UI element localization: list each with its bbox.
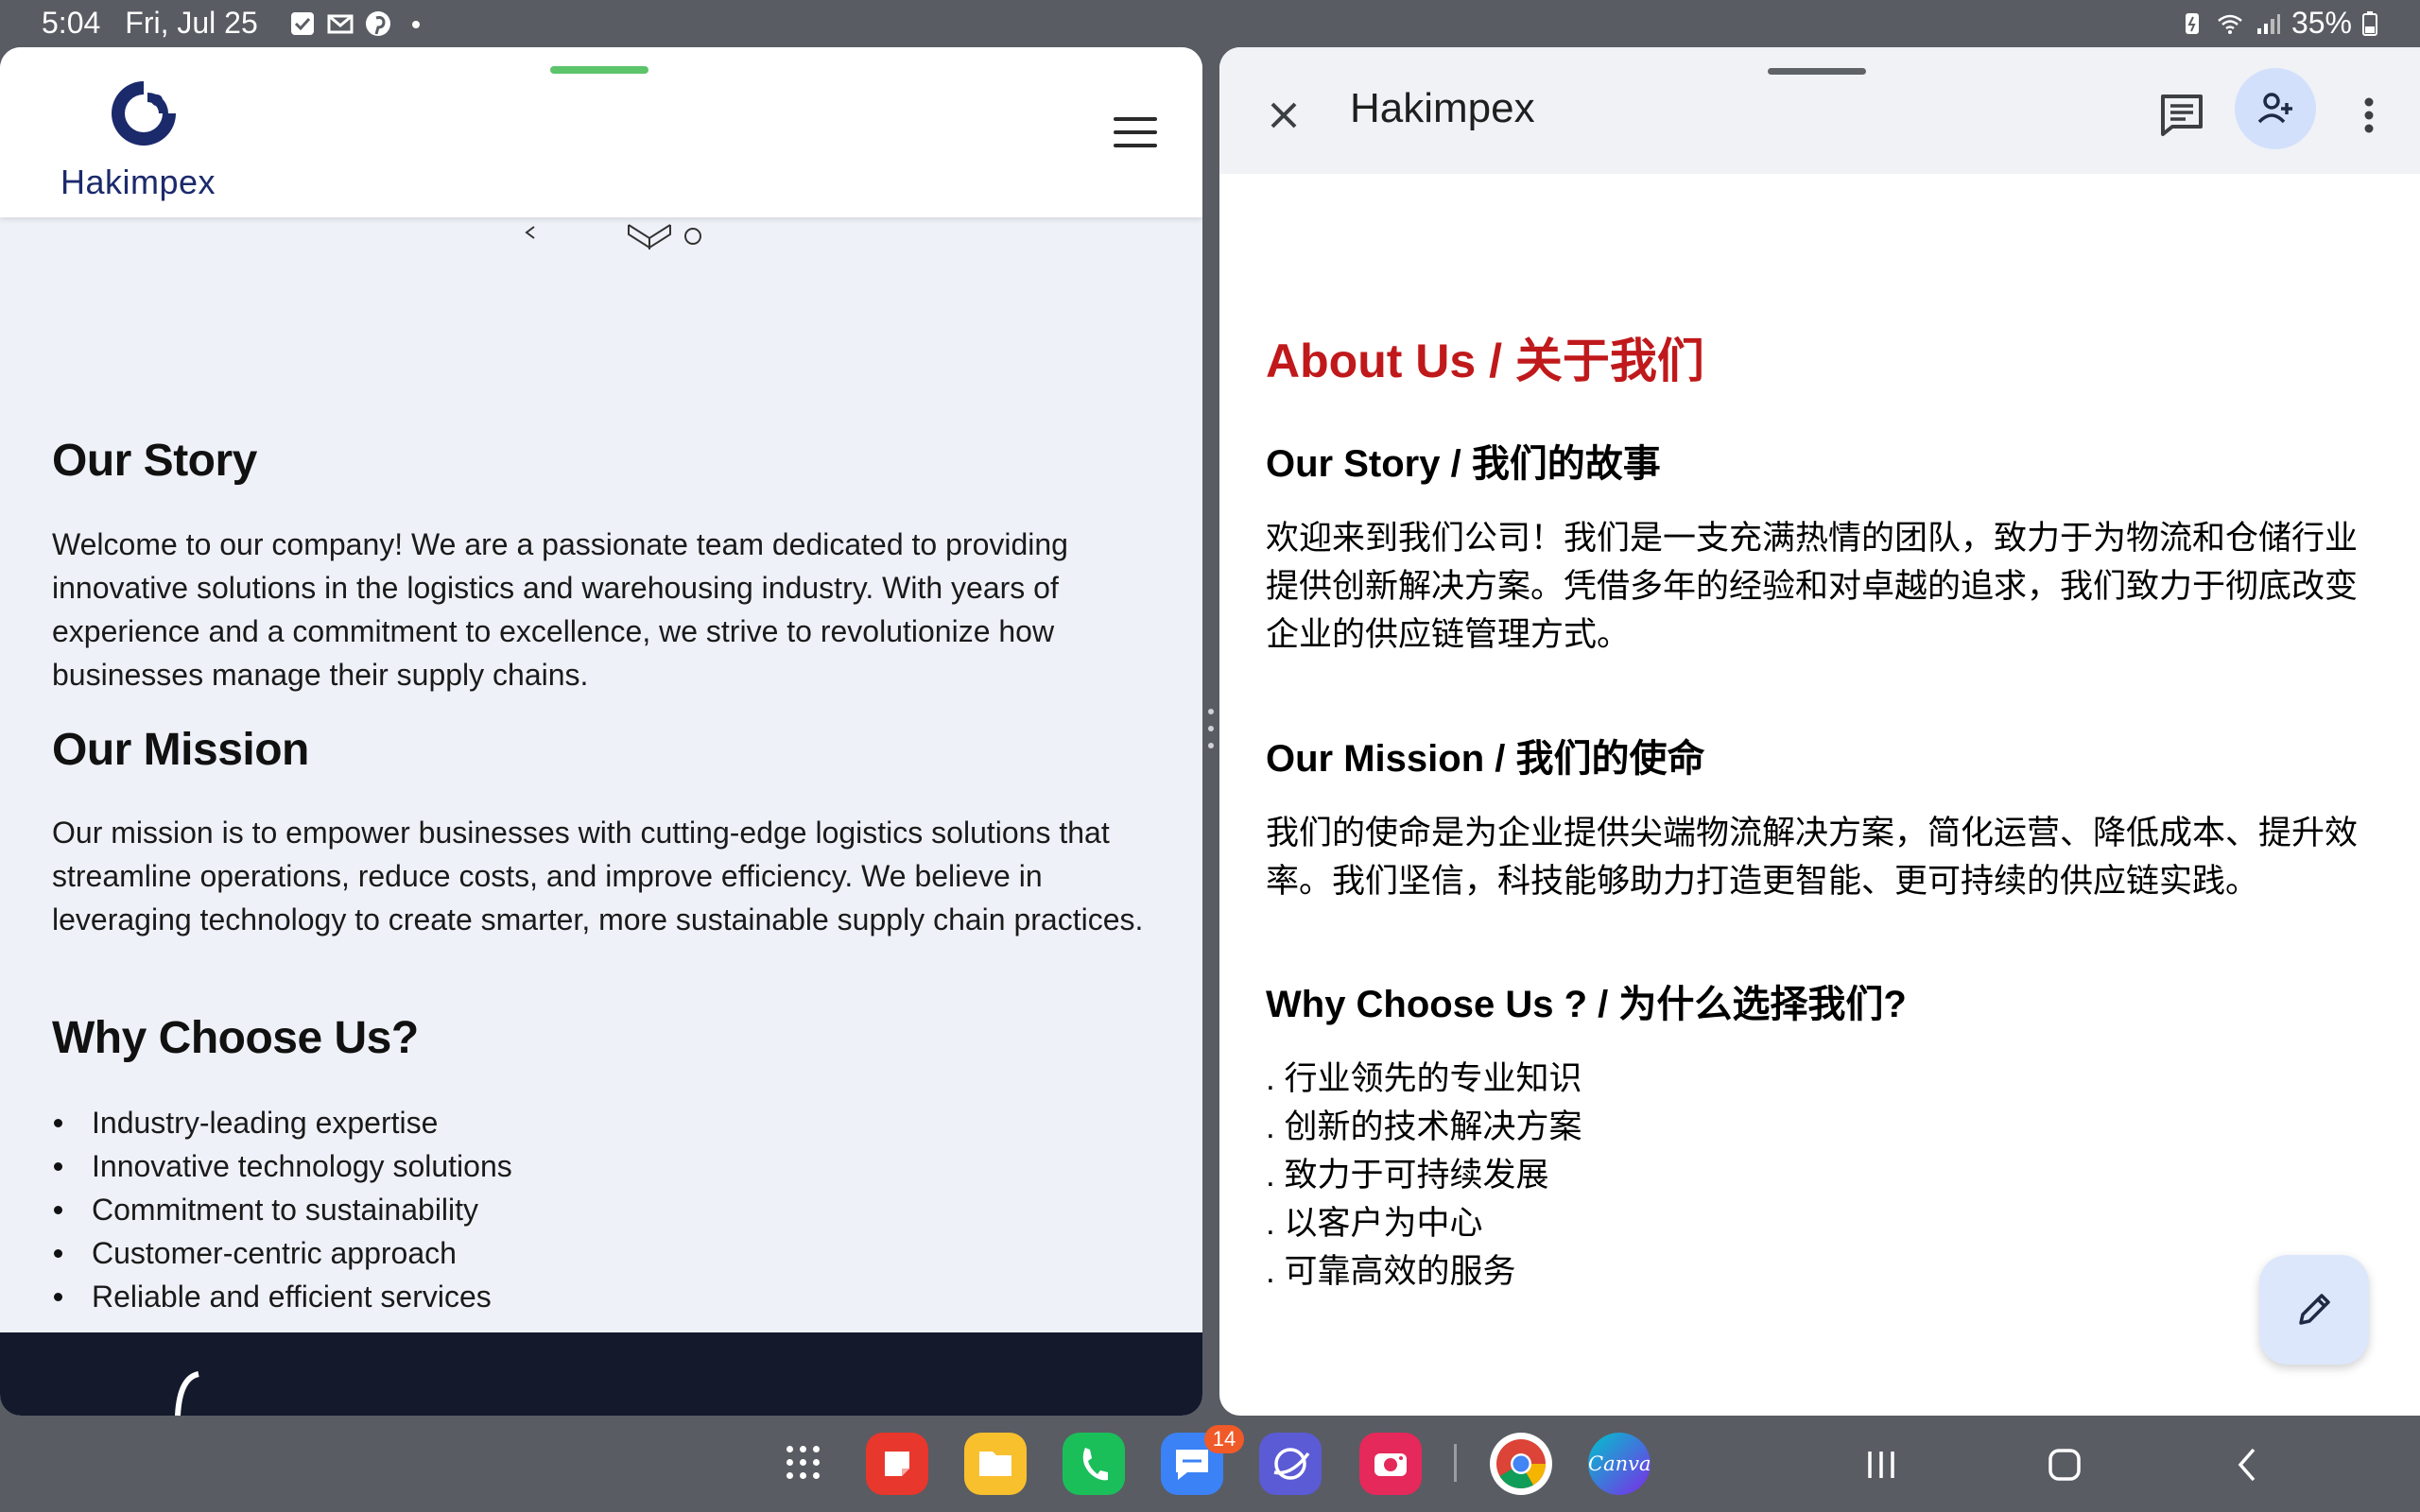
battery-percent: 35% bbox=[2290, 6, 2352, 40]
battery-saver-icon bbox=[2185, 12, 2199, 34]
clock: 5:04 bbox=[42, 6, 101, 40]
doc-mission-paragraph: 我们的使命是为企业提供尖端物流解决方案，简化运营、降低成本、提升效率。我们坚信，… bbox=[1266, 815, 2359, 900]
battery-icon bbox=[2362, 10, 2377, 36]
close-icon[interactable] bbox=[1257, 89, 1310, 142]
hamburger-line bbox=[1114, 130, 1157, 134]
gmail-icon bbox=[327, 14, 354, 33]
site-logo[interactable]: Hakimpex bbox=[59, 76, 229, 208]
internet-browser-app-icon[interactable] bbox=[1259, 1433, 1322, 1495]
more-notifications-dot-icon bbox=[411, 20, 420, 28]
mission-paragraph: Our mission is to empower businesses wit… bbox=[52, 816, 1144, 936]
story-heading: Our Story bbox=[52, 436, 257, 486]
comment-icon[interactable] bbox=[2152, 85, 2212, 146]
list-item: Industry-leading expertise bbox=[52, 1101, 512, 1144]
status-bar: 5:04 Fri, Jul 25 35% bbox=[0, 0, 2420, 47]
canva-label: Canva bbox=[1588, 1452, 1651, 1475]
divider-dot bbox=[1208, 743, 1214, 748]
home-icon[interactable] bbox=[2036, 1436, 2093, 1493]
doc-story-heading: Our Story / 我们的故事 bbox=[1266, 443, 1661, 485]
document-title[interactable]: Hakimpex bbox=[1350, 85, 1535, 132]
doc-why-heading: Why Choose Us ? / 为什么选择我们? bbox=[1266, 984, 1907, 1025]
list-item: . 以客户为中心 bbox=[1266, 1205, 1483, 1242]
browser-pane: Hakimpex Our Story Welcome to our compan… bbox=[0, 47, 1202, 1416]
samsung-notes-app-icon[interactable] bbox=[866, 1433, 928, 1495]
docs-pane: Hakimpex About Us / 关于我们 Our Story / 我们的… bbox=[1219, 47, 2420, 1416]
story-paragraph: Welcome to our company! We are a passion… bbox=[52, 527, 1068, 692]
split-screen-divider[interactable] bbox=[1202, 47, 1219, 1416]
list-item: . 可靠高效的服务 bbox=[1266, 1253, 1516, 1290]
hamburger-menu-button[interactable] bbox=[1114, 117, 1157, 149]
doc-mission-heading: Our Mission / 我们的使命 bbox=[1266, 738, 1705, 780]
hamburger-line bbox=[1114, 144, 1157, 147]
site-footer bbox=[0, 1332, 1202, 1416]
docs-toolbar: Hakimpex bbox=[1219, 47, 2420, 174]
site-header: Hakimpex bbox=[0, 47, 1202, 217]
divider-dot bbox=[1208, 709, 1214, 714]
more-options-icon[interactable] bbox=[2350, 85, 2388, 146]
edit-button[interactable] bbox=[2259, 1255, 2369, 1365]
list-item: Innovative technology solutions bbox=[52, 1144, 512, 1188]
pinterest-icon bbox=[365, 10, 390, 36]
why-heading: Why Choose Us? bbox=[52, 1013, 419, 1063]
checkbox-notification-icon bbox=[290, 11, 314, 35]
doc-story-paragraph: 欢迎来到我们公司！我们是一支充满热情的团队，致力于为物流和仓储行业提供创新解决方… bbox=[1266, 520, 2359, 653]
wifi-icon bbox=[2218, 14, 2242, 34]
phone-app-icon[interactable] bbox=[1063, 1433, 1125, 1495]
logo-text: Hakimpex bbox=[60, 163, 216, 201]
doc-heading: About Us / 关于我们 bbox=[1266, 335, 1704, 387]
share-button[interactable] bbox=[2235, 68, 2316, 149]
apps-grid-button[interactable] bbox=[785, 1444, 822, 1482]
list-item: . 致力于可持续发展 bbox=[1266, 1157, 1549, 1194]
pencil-icon bbox=[2299, 1294, 2330, 1325]
add-person-icon bbox=[2257, 93, 2292, 124]
signal-icon bbox=[2256, 13, 2280, 34]
doc-why-list: . 行业领先的专业知识 . 创新的技术解决方案 . 致力于可持续发展 . 以客户… bbox=[1266, 1055, 1582, 1296]
partial-hero-illustration bbox=[525, 224, 701, 249]
back-icon[interactable] bbox=[2220, 1436, 2276, 1493]
date: Fri, Jul 25 bbox=[125, 6, 258, 40]
mission-heading: Our Mission bbox=[52, 725, 309, 775]
list-item: Commitment to sustainability bbox=[52, 1188, 512, 1231]
list-item: Customer-centric approach bbox=[52, 1231, 512, 1275]
list-item: . 行业领先的专业知识 bbox=[1266, 1060, 1582, 1097]
camera-app-icon[interactable] bbox=[1359, 1433, 1422, 1495]
messages-badge: 14 bbox=[1204, 1425, 1244, 1453]
canva-app-icon[interactable]: Canva bbox=[1588, 1433, 1651, 1495]
taskbar-separator bbox=[1454, 1444, 1457, 1482]
chrome-app-icon[interactable] bbox=[1490, 1433, 1552, 1495]
footer-logo-fragment-icon bbox=[175, 1371, 199, 1416]
recent-apps-icon[interactable] bbox=[1853, 1436, 1910, 1493]
why-list: Industry-leading expertise Innovative te… bbox=[52, 1101, 512, 1318]
list-item: Reliable and efficient services bbox=[52, 1275, 512, 1318]
window-drag-handle[interactable] bbox=[1768, 68, 1866, 75]
my-files-app-icon[interactable] bbox=[964, 1433, 1027, 1495]
logo-mark-icon bbox=[112, 81, 176, 146]
list-item: . 创新的技术解决方案 bbox=[1266, 1108, 1582, 1145]
hamburger-line bbox=[1114, 117, 1157, 121]
window-drag-handle[interactable] bbox=[550, 66, 648, 74]
divider-dot bbox=[1208, 726, 1214, 731]
